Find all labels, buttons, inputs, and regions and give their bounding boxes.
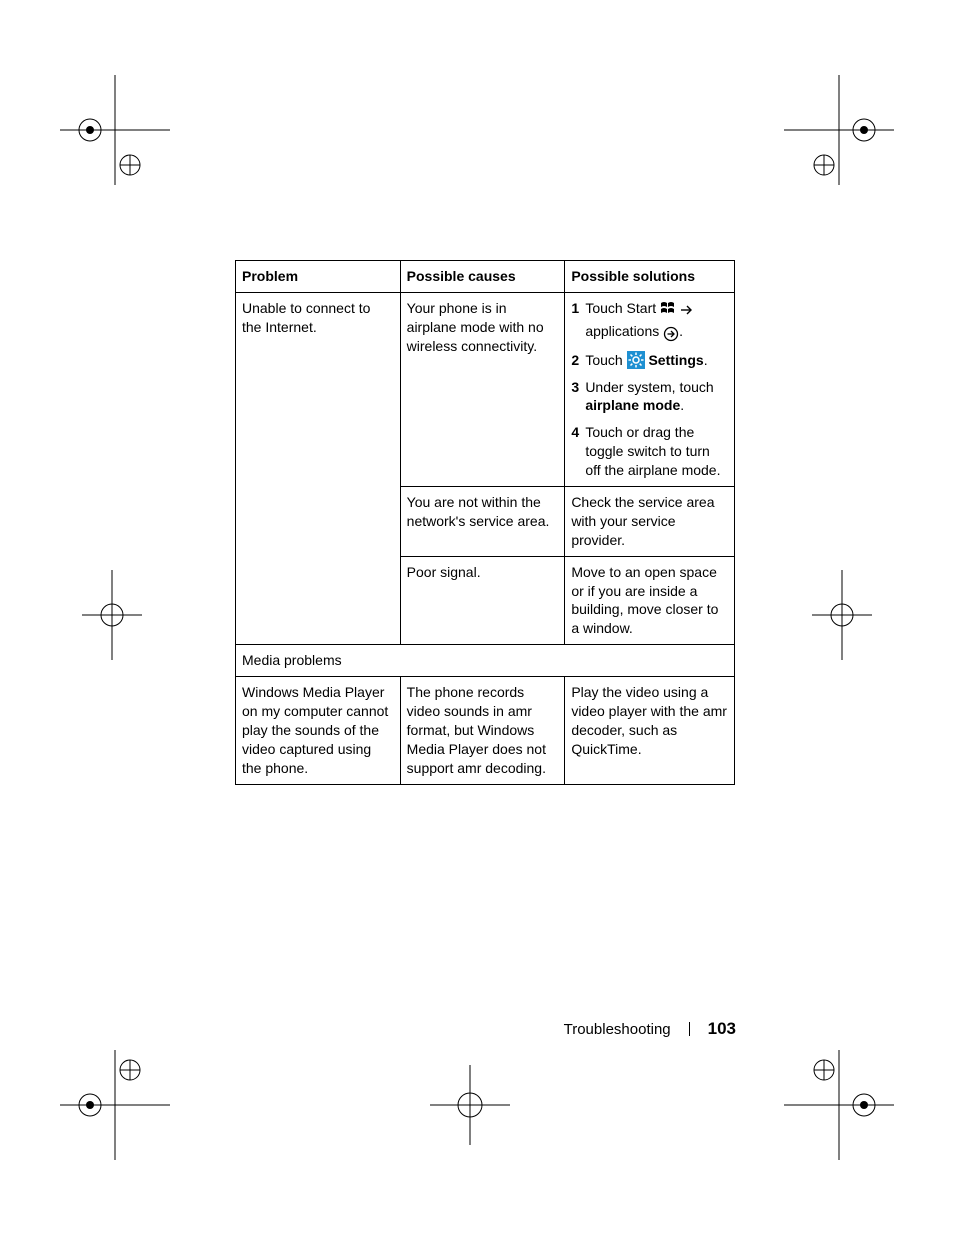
col-problem: Problem <box>236 261 401 293</box>
step-text-bold: Settings <box>648 352 703 368</box>
page-footer: Troubleshooting 103 <box>564 1019 736 1039</box>
step-text: Under system, touch <box>585 379 713 395</box>
period: . <box>704 352 708 368</box>
circle-arrow-right-icon <box>663 324 679 343</box>
solution-steps: Touch Start applications . Touch <box>571 299 728 480</box>
step-item: Touch Settings. <box>571 351 728 370</box>
crop-mark-icon <box>82 570 142 660</box>
cell-solution: Play the video using a video player with… <box>565 677 735 784</box>
crop-mark-icon <box>812 570 872 660</box>
page-number: 103 <box>708 1019 736 1039</box>
step-text: applications <box>585 323 659 339</box>
period: . <box>679 323 683 339</box>
cell-cause: You are not within the network's service… <box>400 487 565 557</box>
troubleshooting-table-container: Problem Possible causes Possible solutio… <box>235 260 735 785</box>
footer-separator <box>689 1022 690 1036</box>
step-item: Touch or drag the toggle switch to turn … <box>571 423 728 480</box>
crop-mark-icon <box>784 75 894 185</box>
cell-solution: Check the service area with your service… <box>565 487 735 557</box>
windows-logo-icon <box>660 301 676 320</box>
step-text-bold: airplane mode <box>585 397 680 413</box>
step-text: Touch Start <box>585 300 656 316</box>
cell-problem: Windows Media Player on my computer cann… <box>236 677 401 784</box>
footer-section: Troubleshooting <box>564 1021 671 1038</box>
table-row: Unable to connect to the Internet. Your … <box>236 292 735 486</box>
crop-mark-icon <box>60 75 170 185</box>
col-solutions: Possible solutions <box>565 261 735 293</box>
period: . <box>680 397 684 413</box>
cell-cause: Poor signal. <box>400 556 565 645</box>
step-item: Under system, touch airplane mode. <box>571 378 728 416</box>
crop-mark-icon <box>784 1050 894 1160</box>
cell-solution: Touch Start applications . Touch <box>565 292 735 486</box>
col-causes: Possible causes <box>400 261 565 293</box>
cell-cause: The phone records video sounds in amr fo… <box>400 677 565 784</box>
step-text: Touch or drag the toggle switch to turn … <box>585 424 720 478</box>
crop-mark-icon <box>60 1050 170 1160</box>
manual-page: Problem Possible causes Possible solutio… <box>0 0 954 1235</box>
section-title: Media problems <box>236 645 735 677</box>
cell-problem: Unable to connect to the Internet. <box>236 292 401 644</box>
arrow-right-icon <box>680 301 694 320</box>
crop-mark-icon <box>430 1065 510 1145</box>
gear-icon <box>627 351 645 369</box>
table-header-row: Problem Possible causes Possible solutio… <box>236 261 735 293</box>
troubleshooting-table: Problem Possible causes Possible solutio… <box>235 260 735 785</box>
cell-cause: Your phone is in airplane mode with no w… <box>400 292 565 486</box>
table-row: Windows Media Player on my computer cann… <box>236 677 735 784</box>
cell-solution: Move to an open space or if you are insi… <box>565 556 735 645</box>
section-row-media: Media problems <box>236 645 735 677</box>
step-item: Touch Start applications . <box>571 299 728 343</box>
step-text: Touch <box>585 352 622 368</box>
